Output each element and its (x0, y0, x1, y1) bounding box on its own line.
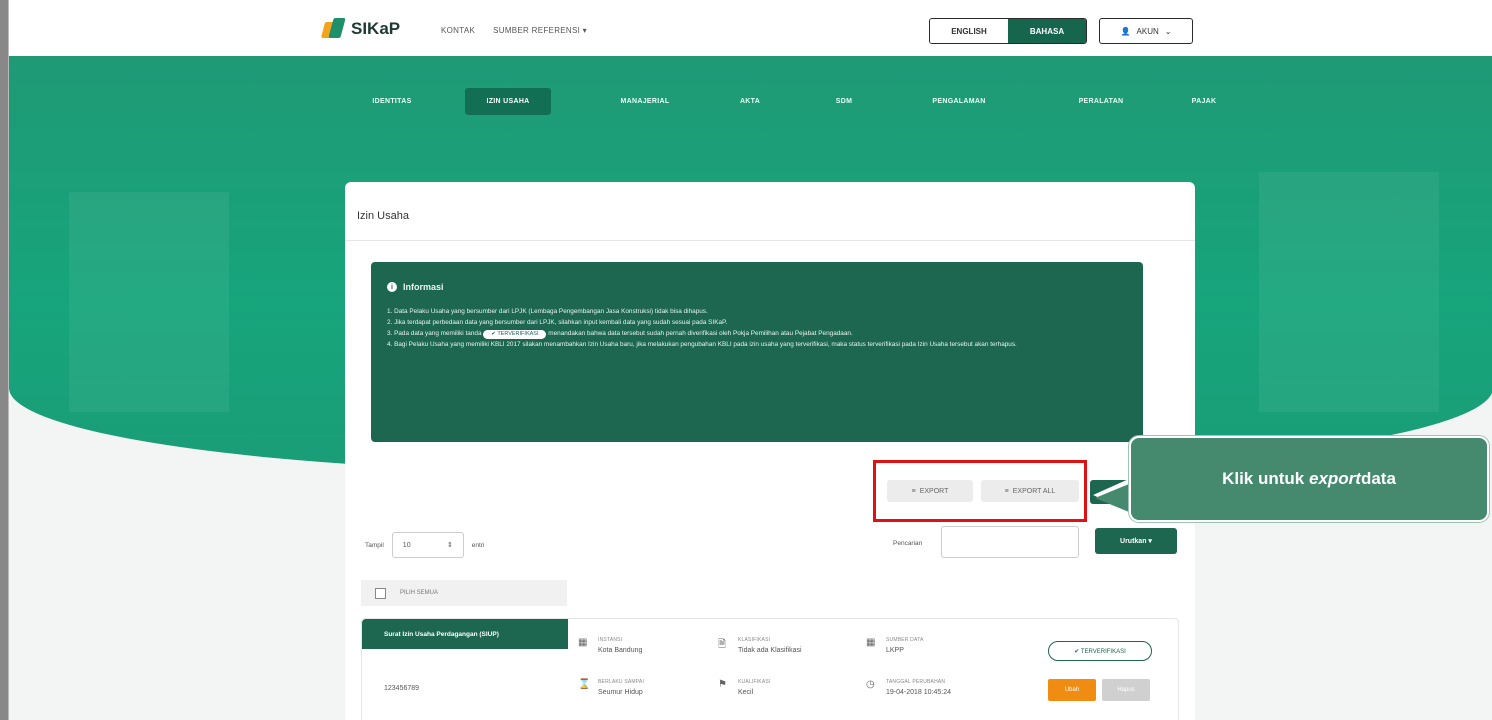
page-size-control: Tampil 10 ⇕ entri (365, 532, 484, 558)
info-line-3-end: menandakan bahwa data tersebut sudah per… (548, 330, 853, 337)
chevron-updown-icon: ⇕ (446, 542, 453, 549)
meta-tanggal: ◷ TANGGAL PERUBAHAN 19-04-2018 10:45:24 (866, 679, 951, 696)
bank-icon: ▦ (866, 637, 876, 648)
tab-peralatan[interactable]: PERALATAN (1061, 88, 1141, 115)
permit-number: 123456789 (384, 685, 420, 692)
meta-kualifikasi: ⚑ KUALIFIKASI Kecil (718, 679, 771, 696)
account-menu-button[interactable]: 👤 AKUN ⌄ (1099, 18, 1193, 44)
meta-label: SUMBER DATA (886, 637, 924, 643)
delete-button[interactable]: Hapus (1102, 679, 1150, 701)
callout-text-emphasis: export (1308, 469, 1361, 488)
meta-value: Kecil (738, 689, 754, 696)
meta-label: TANGGAL PERUBAHAN (886, 679, 946, 685)
info-line-4: 4. Bagi Pelaku Usaha yang memiliki KBLI … (387, 341, 1017, 348)
nav-kontak[interactable]: KONTAK (441, 26, 475, 35)
tutorial-callout: Klik untuk export data (1129, 436, 1489, 522)
meta-sumber: ▦ SUMBER DATA LKPP (866, 637, 924, 654)
permit-type: Surat Izin Usaha Perdagangan (SIUP) (362, 619, 568, 649)
verified-pill: ✔ TERVERIFIKASI (483, 330, 547, 339)
meta-value: LKPP (886, 647, 904, 654)
top-navbar: SIKaP KONTAK SUMBER REFERENSI ▾ ENGLISH … (9, 0, 1492, 56)
meta-value: Seumur Hidup (598, 689, 643, 696)
meta-value: Kota Bandung (598, 647, 643, 654)
select-all-checkbox[interactable] (375, 587, 386, 599)
info-line-2: 2. Jika terdapat perbedaan data yang ber… (387, 319, 728, 326)
list-item: Surat Izin Usaha Perdagangan (SIUP) 1234… (361, 618, 1179, 720)
search-label: Pencarian (893, 540, 923, 547)
chevron-down-icon: ⌄ (1164, 26, 1172, 36)
sort-button[interactable]: Urutkan ▾ (1095, 528, 1177, 554)
top-nav-links: KONTAK SUMBER REFERENSI ▾ (441, 26, 587, 35)
profile-tabs: IDENTITAS IZIN USAHA MANAJERIAL AKTA SDM… (357, 88, 1229, 115)
meta-instansi: ▦ INSTANSI Kota Bandung (578, 637, 642, 654)
entri-label: entri (471, 541, 485, 549)
tab-pengalaman[interactable]: PENGALAMAN (909, 88, 1009, 115)
meta-klasifikasi: 🗎 KLASIFIKASI Tidak ada Klasifikasi (718, 637, 802, 654)
language-switch: ENGLISH BAHASA (929, 18, 1087, 44)
page-size-select[interactable]: 10 ⇕ (391, 532, 464, 558)
callout-arrow (1095, 484, 1129, 512)
account-label: AKUN (1136, 26, 1159, 36)
info-heading-text: Informasi (403, 282, 444, 292)
callout-text-end: data (1360, 469, 1396, 488)
info-heading: i Informasi (387, 282, 1127, 292)
select-all-row[interactable]: PILIH SEMUA (361, 580, 567, 606)
edit-button[interactable]: Ubah (1048, 679, 1096, 701)
callout-text: Klik untuk (1222, 469, 1305, 488)
tab-izin-usaha[interactable]: IZIN USAHA (465, 88, 551, 115)
english-button[interactable]: ENGLISH (930, 19, 1008, 43)
highlight-box (873, 460, 1087, 522)
meta-label: KLASIFIKASI (738, 637, 771, 643)
izin-usaha-card: Izin Usaha i Informasi 1. Data Pelaku Us… (345, 182, 1195, 720)
app-logo[interactable]: SIKaP (320, 18, 401, 40)
info-line-1: 1. Data Pelaku Usaha yang bersumber dari… (387, 308, 708, 315)
browser-viewport: SIKaP KONTAK SUMBER REFERENSI ▾ ENGLISH … (8, 0, 1492, 720)
page-size-value: 10 (402, 541, 411, 549)
tampil-label: Tampil (365, 541, 384, 549)
meta-value: Tidak ada Klasifikasi (738, 647, 802, 654)
sikap-logo-icon (320, 18, 346, 40)
meta-berlaku: ⌛ BERLAKU SAMPAI Seumur Hidup (578, 679, 644, 696)
building-icon: ▦ (578, 637, 588, 648)
user-icon: 👤 (1120, 26, 1131, 36)
bahasa-button[interactable]: BAHASA (1008, 19, 1086, 43)
divider (345, 240, 1195, 241)
info-icon: i (387, 282, 397, 292)
hourglass-icon: ⌛ (578, 679, 591, 690)
tab-pajak[interactable]: PAJAK (1179, 88, 1229, 115)
meta-label: BERLAKU SAMPAI (598, 679, 645, 685)
select-all-label: PILIH SEMUA (400, 590, 439, 596)
tab-identitas[interactable]: IDENTITAS (357, 88, 427, 115)
clock-icon: ◷ (866, 679, 875, 690)
info-line-3: 3. Pada data yang memiliki tanda ✔ TERVE… (387, 328, 1127, 339)
meta-label: INSTANSI (598, 637, 623, 643)
info-line-3-start: 3. Pada data yang memiliki tanda (387, 330, 482, 337)
tab-akta[interactable]: AKTA (725, 88, 775, 115)
nav-sumber-referensi[interactable]: SUMBER REFERENSI ▾ (493, 26, 587, 35)
meta-label: KUALIFIKASI (738, 679, 771, 685)
tab-manajerial[interactable]: MANAJERIAL (595, 88, 695, 115)
document-icon: 🗎 (718, 639, 727, 650)
meta-value: 19-04-2018 10:45:24 (886, 689, 951, 696)
app-name: SIKaP (351, 19, 401, 38)
search-input[interactable] (941, 526, 1079, 558)
tab-sdm[interactable]: SDM (819, 88, 869, 115)
page-title: Izin Usaha (357, 210, 409, 222)
info-panel: i Informasi 1. Data Pelaku Usaha yang be… (371, 262, 1143, 442)
verified-badge: ✔ TERVERIFIKASI (1048, 641, 1152, 661)
tag-icon: ⚑ (718, 679, 727, 690)
